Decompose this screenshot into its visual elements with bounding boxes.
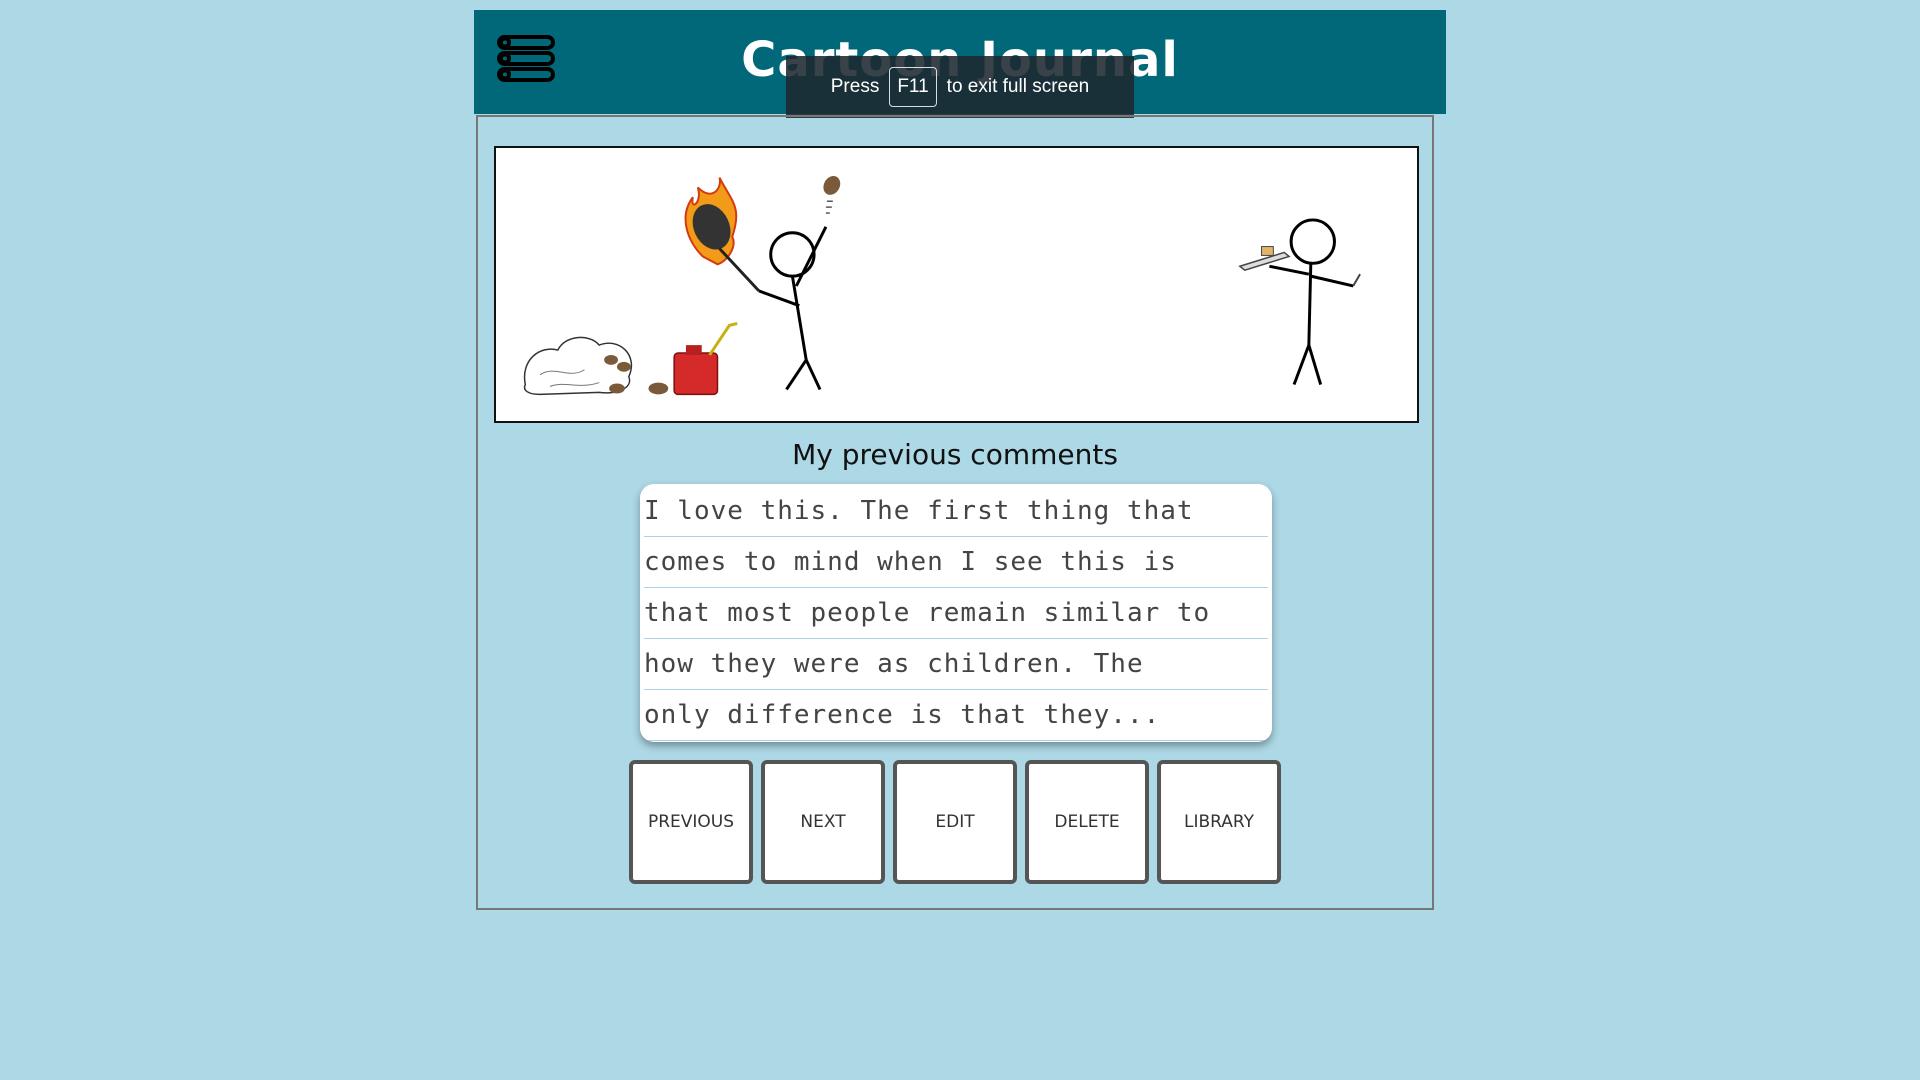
edit-button[interactable]: EDIT <box>893 760 1017 884</box>
comment-line: comes to mind when I see this is <box>644 537 1268 588</box>
comment-line: I love this. The first thing that <box>644 486 1268 537</box>
fullscreen-message: to exit full screen <box>946 76 1090 97</box>
action-buttons: PREVIOUS NEXT EDIT DELETE LIBRARY <box>629 760 1281 884</box>
fullscreen-key: F11 <box>889 67 937 107</box>
previous-button[interactable]: PREVIOUS <box>629 760 753 884</box>
next-button[interactable]: NEXT <box>761 760 885 884</box>
comic-strip-image <box>494 146 1419 423</box>
comment-line: only difference is that they... <box>644 690 1268 741</box>
fullscreen-notice: Press F11 to exit full screen <box>786 56 1134 118</box>
delete-button[interactable]: DELETE <box>1025 760 1149 884</box>
comic-drawing <box>523 176 1361 396</box>
comment-textbox[interactable]: I love this. The first thing that comes … <box>640 484 1272 742</box>
library-button[interactable]: LIBRARY <box>1157 760 1281 884</box>
comment-line: how they were as children. The <box>644 639 1268 690</box>
fullscreen-press-text: Press <box>830 76 880 97</box>
comments-heading: My previous comments <box>792 438 1118 471</box>
comment-line: that most people remain similar to <box>644 588 1268 639</box>
